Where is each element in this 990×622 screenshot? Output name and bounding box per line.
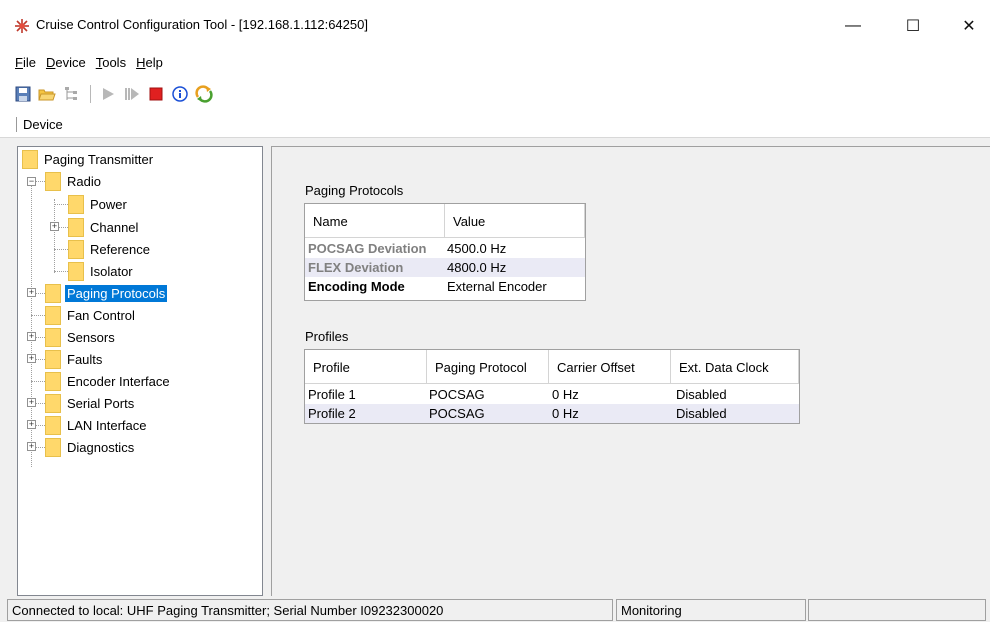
folder-icon: [45, 305, 61, 325]
table-row[interactable]: Encoding Mode External Encoder: [305, 277, 585, 296]
column-header-profile[interactable]: Profile: [305, 350, 427, 384]
menu-help[interactable]: Help: [135, 53, 164, 72]
folder-icon: [45, 371, 61, 391]
table-row[interactable]: Profile 2 POCSAG 0 Hz Disabled: [305, 404, 799, 423]
grid-header: Profile Paging Protocol Carrier Offset E…: [305, 350, 799, 384]
toolbar-separator: [90, 85, 91, 103]
refresh-icon[interactable]: [193, 83, 215, 105]
menu-file[interactable]: File: [14, 53, 37, 72]
tree-node-faults[interactable]: Faults: [45, 348, 104, 370]
grid-header: Name Value: [305, 204, 585, 238]
table-row[interactable]: Profile 1 POCSAG 0 Hz Disabled: [305, 385, 799, 404]
tree-node-lan-interface[interactable]: LAN Interface: [45, 414, 149, 436]
tree-connector: [54, 199, 55, 273]
toolbar: [0, 80, 990, 108]
folder-icon: [68, 239, 84, 259]
menu-bar: File Device Tools Help: [0, 50, 990, 74]
tab-device[interactable]: Device: [16, 117, 63, 132]
column-header-ext-data-clock[interactable]: Ext. Data Clock: [671, 350, 799, 384]
step-icon[interactable]: [121, 83, 143, 105]
maximize-button[interactable]: ☐: [890, 10, 936, 42]
status-connection: Connected to local: UHF Paging Transmitt…: [7, 599, 613, 621]
collapse-toggle-radio[interactable]: −: [27, 177, 36, 186]
column-header-name[interactable]: Name: [305, 204, 445, 238]
tree-node-paging-protocols[interactable]: Paging Protocols: [45, 282, 168, 304]
stop-icon[interactable]: [145, 83, 167, 105]
tree-node-serial-ports[interactable]: Serial Ports: [45, 392, 136, 414]
tree-node-radio[interactable]: Radio: [45, 170, 103, 192]
column-header-value[interactable]: Value: [445, 204, 585, 238]
folder-icon: [68, 261, 84, 281]
play-icon[interactable]: [97, 83, 119, 105]
expand-toggle-diagnostics[interactable]: +: [27, 442, 36, 451]
tree-node-paging-transmitter[interactable]: Paging Transmitter: [22, 148, 155, 170]
folder-icon: [45, 437, 61, 457]
open-folder-icon[interactable]: [36, 83, 58, 105]
folder-icon: [68, 217, 84, 237]
tree-connector: [31, 381, 45, 382]
tree-connector: [54, 271, 68, 272]
column-header-carrier-offset[interactable]: Carrier Offset: [549, 350, 671, 384]
tree-node-channel[interactable]: Channel: [68, 216, 140, 238]
expand-toggle-channel[interactable]: +: [50, 222, 59, 231]
menu-device[interactable]: Device: [45, 53, 87, 72]
status-bar: Connected to local: UHF Paging Transmitt…: [0, 598, 990, 622]
expand-toggle-lan-interface[interactable]: +: [27, 420, 36, 429]
column-header-paging-protocol[interactable]: Paging Protocol: [427, 350, 549, 384]
tree-node-power[interactable]: Power: [68, 193, 129, 215]
expand-toggle-paging-protocols[interactable]: +: [27, 288, 36, 297]
tab-strip: Device: [0, 112, 990, 138]
folder-icon: [22, 149, 38, 169]
folder-icon: [45, 415, 61, 435]
title-bar: Cruise Control Configuration Tool - [192…: [0, 0, 990, 50]
tree-node-diagnostics[interactable]: Diagnostics: [45, 436, 136, 458]
status-extra: [808, 599, 986, 621]
menu-tools[interactable]: Tools: [95, 53, 127, 72]
profiles-grid: Profile Paging Protocol Carrier Offset E…: [304, 349, 800, 424]
folder-icon: [45, 349, 61, 369]
expand-toggle-serial-ports[interactable]: +: [27, 398, 36, 407]
tree-node-sensors[interactable]: Sensors: [45, 326, 117, 348]
expand-toggle-faults[interactable]: +: [27, 354, 36, 363]
tree-connector: [54, 204, 68, 205]
folder-icon: [45, 327, 61, 347]
folder-icon: [68, 194, 84, 214]
folder-icon: [45, 393, 61, 413]
status-mode: Monitoring: [616, 599, 806, 621]
tree-connector: [54, 249, 68, 250]
table-row[interactable]: FLEX Deviation 4800.0 Hz: [305, 258, 585, 277]
paging-protocols-label: Paging Protocols: [305, 183, 404, 198]
tree-node-reference[interactable]: Reference: [68, 238, 152, 260]
expand-toggle-sensors[interactable]: +: [27, 332, 36, 341]
content-panel: Paging Protocols Name Value POCSAG Devia…: [271, 146, 990, 596]
tree-node-fan-control[interactable]: Fan Control: [45, 304, 137, 326]
profiles-label: Profiles: [305, 329, 349, 344]
folder-icon: [45, 171, 61, 191]
device-tree: − + + + + + + + Paging Transmitter Radio…: [17, 146, 263, 596]
minimize-button[interactable]: —: [830, 10, 876, 42]
save-icon[interactable]: [12, 83, 34, 105]
info-icon[interactable]: [169, 83, 191, 105]
paging-protocols-grid: Name Value POCSAG Deviation 4500.0 Hz FL…: [304, 203, 586, 301]
window-title: Cruise Control Configuration Tool - [192…: [36, 17, 368, 32]
folder-icon: [45, 283, 61, 303]
tree-node-isolator[interactable]: Isolator: [68, 260, 135, 282]
tree-node-encoder-interface[interactable]: Encoder Interface: [45, 370, 172, 392]
app-logo-icon: [15, 19, 29, 33]
table-row[interactable]: POCSAG Deviation 4500.0 Hz: [305, 239, 585, 258]
tree-icon[interactable]: [60, 83, 82, 105]
tree-connector: [31, 315, 45, 316]
close-button[interactable]: ✕: [946, 10, 990, 42]
